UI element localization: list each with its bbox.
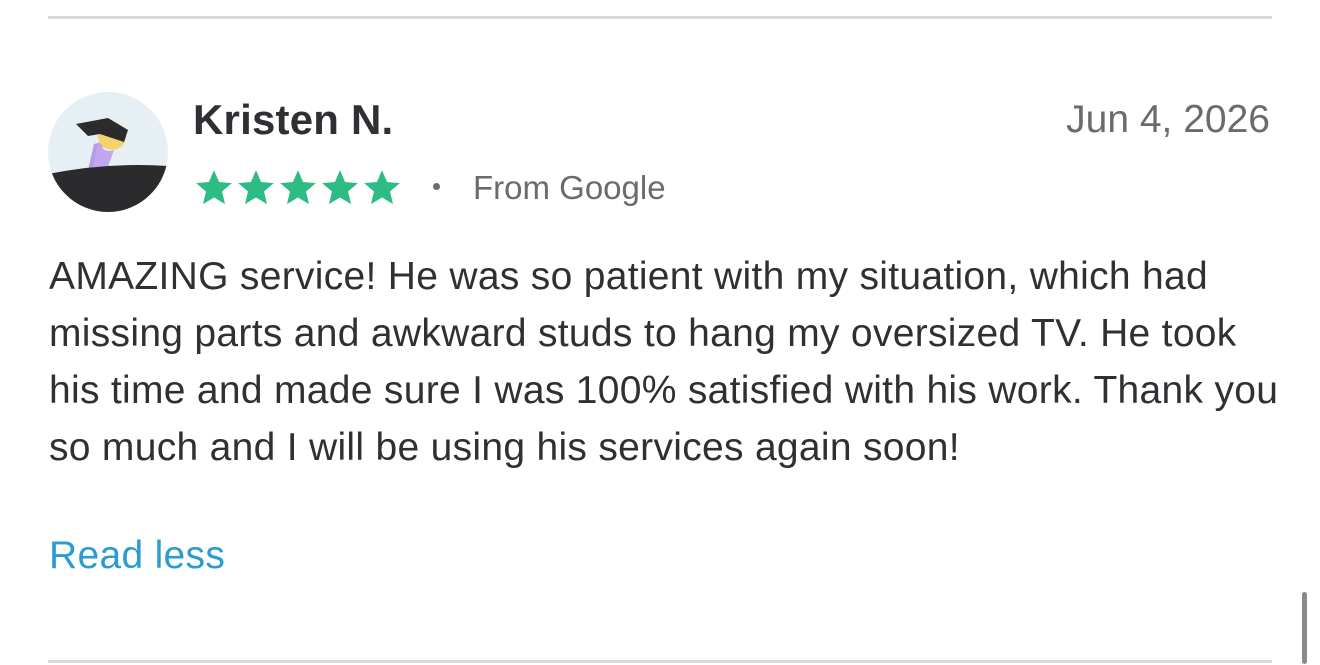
avatar [48, 92, 168, 212]
review-card: Kristen N. Jun 4, 2026 From Google AMAZI… [0, 0, 1320, 665]
divider [48, 660, 1272, 663]
avatar-illustration-icon [48, 92, 168, 212]
reviewer-name: Kristen N. [193, 96, 394, 143]
read-less-link[interactable]: Read less [49, 534, 225, 578]
separator-dot [433, 182, 440, 190]
star-icon [322, 170, 358, 205]
review-source: From Google [473, 169, 666, 206]
star-icon [280, 170, 316, 205]
star-rating [193, 167, 403, 209]
scrollbar[interactable] [1302, 592, 1307, 664]
star-icon [238, 170, 274, 205]
star-icon [364, 170, 400, 205]
review-date: Jun 4, 2026 [1066, 98, 1270, 141]
rating-row: From Google [193, 166, 666, 210]
star-icon [196, 170, 232, 205]
review-text: AMAZING service! He was so patient with … [49, 255, 1279, 469]
divider [48, 16, 1272, 19]
